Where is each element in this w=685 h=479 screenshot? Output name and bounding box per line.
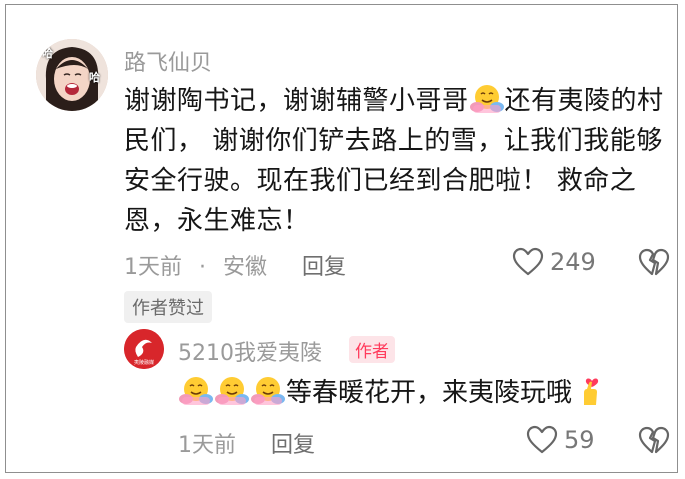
meta-separator: · — [199, 255, 206, 280]
reply-text: 等春暖花开，来夷陵玩哦 — [178, 373, 608, 413]
hugging-face-emoji-icon — [469, 85, 504, 113]
reply-reply-button[interactable]: 回复 — [271, 433, 315, 458]
reply-avatar[interactable]: 夷陵融媒 — [124, 329, 164, 369]
reply-text-content: 等春暖花开，来夷陵玩哦 — [286, 378, 573, 408]
user-avatar[interactable]: 哈 哈 — [36, 39, 108, 111]
reply-avatar-text: 夷陵融媒 — [134, 359, 154, 366]
comment-time: 1天前 — [124, 255, 182, 280]
comment-location: 安徽 — [223, 255, 268, 280]
heart-outline-icon — [512, 247, 544, 276]
avatar-badge-text: 哈 — [42, 47, 53, 60]
hugging-face-emoji-icon — [215, 377, 249, 405]
reply-meta: 1天前 回复 — [178, 427, 315, 459]
reply-time: 1天前 — [178, 433, 236, 458]
dislike-button[interactable] — [638, 248, 670, 282]
reply-username[interactable]: 5210我爱夷陵 — [178, 335, 322, 367]
broken-heart-icon — [638, 426, 670, 454]
comment-meta: 1天前 · 安徽 回复 — [124, 249, 346, 281]
hugging-face-emoji-icon — [179, 377, 213, 405]
like-count: 249 — [550, 248, 596, 276]
comment-text: 谢谢陶书记，谢谢辅警小哥哥 还有夷陵的村民们， 谢谢你们铲去路上的雪，让我们我能… — [124, 81, 684, 241]
reply-like-count: 59 — [564, 426, 595, 454]
reply-button[interactable]: 回复 — [302, 249, 346, 281]
author-liked-tag: 作者赞过 — [124, 291, 212, 323]
heart-outline-icon — [526, 425, 558, 454]
comment-username[interactable]: 路飞仙贝 — [124, 45, 212, 77]
hugging-face-emoji-icon — [251, 377, 285, 405]
reply-avatar-logo: 夷陵融媒 — [124, 329, 164, 369]
comment-panel: 哈 哈 路飞仙贝 谢谢陶书记，谢谢辅警小哥哥 还有夷陵的村民们， 谢谢你们铲去路… — [5, 4, 678, 473]
finger-heart-emoji-icon — [584, 378, 599, 405]
comment-text-part1: 谢谢陶书记，谢谢辅警小哥哥 — [124, 86, 469, 116]
author-badge: 作者 — [349, 336, 395, 363]
reply-dislike-button[interactable] — [638, 426, 670, 460]
reply-like-button[interactable]: 59 — [526, 425, 595, 455]
broken-heart-icon — [638, 248, 670, 276]
avatar-badge-text: 哈 — [89, 71, 100, 84]
like-button[interactable]: 249 — [512, 247, 596, 277]
